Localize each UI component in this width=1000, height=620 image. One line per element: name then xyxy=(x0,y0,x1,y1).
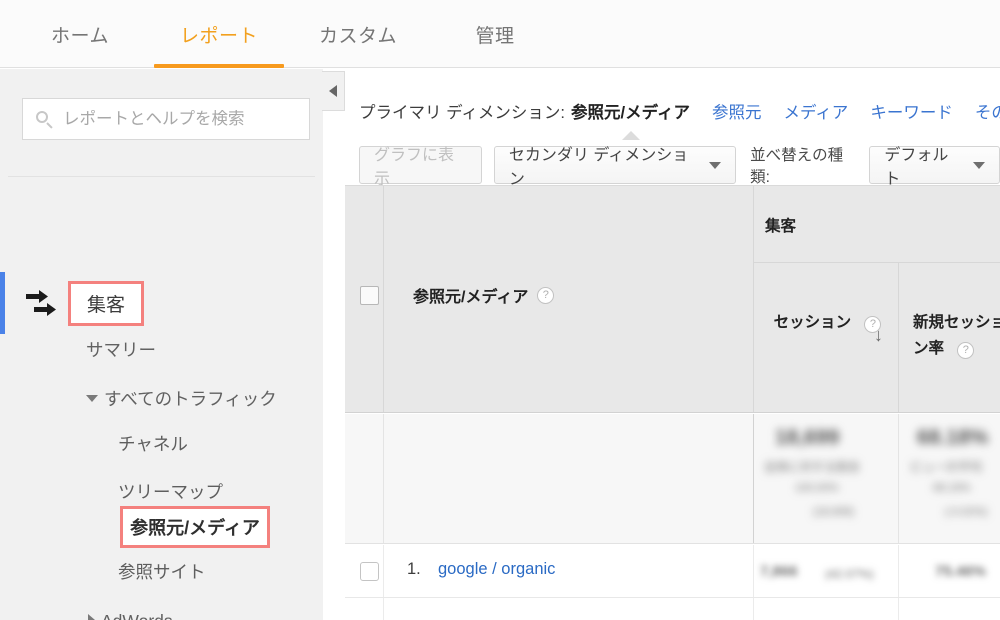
sidebar: 集客 サマリー すべてのトラフィック チャネル ツリーマップ 参照元/メディア … xyxy=(0,69,323,620)
table-header-dimension-label: 参照元/メディア xyxy=(413,289,529,306)
chevron-right-icon xyxy=(88,614,95,620)
primary-dimension-link-source[interactable]: 参照元 xyxy=(712,99,762,123)
table-header-new-sessions-pct[interactable]: 新規セッショ ン率 ? xyxy=(905,310,1000,362)
select-all-checkbox[interactable] xyxy=(360,286,379,305)
primary-dimension-current[interactable]: 参照元/メディア xyxy=(571,99,690,140)
nav-tab-custom-label: カスタム xyxy=(318,25,397,47)
summary-new-pct-sub: ビューの平均 xyxy=(910,460,983,474)
sidebar-collapse-button[interactable] xyxy=(322,71,345,111)
sidebar-group-label-highlight: 集客 xyxy=(68,280,145,326)
sidebar-group-label: 集客 xyxy=(87,294,126,316)
sidebar-group-acquisition[interactable]: 集客 xyxy=(0,274,323,332)
summary-sessions-value: 18,699 xyxy=(775,426,840,449)
nav-tab-admin[interactable]: 管理 xyxy=(465,0,525,68)
summary-new-pct-sub2: 68.19% xyxy=(933,482,971,494)
summary-sessions-sub3: (18,699) xyxy=(813,506,854,518)
row-source-medium-link[interactable]: google / organic xyxy=(438,560,555,579)
sidebar-item-summary[interactable]: サマリー xyxy=(86,337,156,362)
sort-type-value: デフォルト xyxy=(884,147,949,188)
help-icon[interactable]: ? xyxy=(537,286,555,304)
row-checkbox[interactable] xyxy=(360,562,379,581)
table-row[interactable] xyxy=(345,598,1000,620)
table-row[interactable]: 1. google / organic 7,866 (42.07%) 75.46… xyxy=(345,545,1000,598)
plot-rows-button[interactable]: グラフに表示 xyxy=(359,146,482,188)
help-icon[interactable]: ? xyxy=(957,341,975,359)
sidebar-item-summary-label: サマリー xyxy=(86,340,156,360)
nav-tab-home[interactable]: ホーム xyxy=(34,0,126,68)
table-header-group-acquisition: 集客 xyxy=(765,214,796,236)
sidebar-item-referrals[interactable]: 参照サイト xyxy=(118,559,206,584)
sidebar-item-adwords[interactable]: AdWords xyxy=(88,611,173,620)
table-header-group-label: 集客 xyxy=(765,218,797,235)
chevron-down-icon xyxy=(86,394,98,402)
row-index: 1. xyxy=(407,560,421,578)
sidebar-item-source-medium-label: 参照元/メディア xyxy=(130,518,260,538)
arrows-right-icon xyxy=(22,288,62,318)
sidebar-item-channels[interactable]: チャネル xyxy=(118,431,188,456)
sort-desc-arrow-icon: ↓ xyxy=(874,325,883,345)
primary-dimension-bar: プライマリ ディメンション: 参照元/メディア 参照元 メディア キーワード そ… xyxy=(359,93,1000,140)
primary-dimension-link-keyword[interactable]: キーワード xyxy=(870,99,953,123)
primary-dimension-current-label: 参照元/メディア xyxy=(571,104,690,122)
selected-caret-icon xyxy=(622,131,641,140)
secondary-dimension-label: セカンダリ ディメンション xyxy=(508,147,689,188)
sort-type-select[interactable]: デフォルト xyxy=(869,146,1000,188)
chevron-down-icon xyxy=(709,161,722,169)
plot-rows-label: グラフに表示 xyxy=(374,147,455,188)
sidebar-item-source-medium[interactable]: 参照元/メディア xyxy=(120,506,270,548)
table-header: 参照元/メディア ? 集客 セッション ? ↓ 新規セッショ ン率 ? xyxy=(345,185,1000,413)
sidebar-item-treemaps-label: ツリーマップ xyxy=(118,482,223,502)
search-box[interactable] xyxy=(22,98,310,140)
secondary-dimension-button[interactable]: セカンダリ ディメンション xyxy=(493,146,737,188)
summary-sessions-sub: 全体に対する割合 xyxy=(764,460,861,474)
chevron-down-icon xyxy=(973,161,985,169)
top-navigation: ホーム レポート カスタム 管理 xyxy=(0,0,1000,68)
nav-tab-custom[interactable]: カスタム xyxy=(305,0,411,68)
table-header-sessions-label: セッション xyxy=(773,314,852,331)
chevron-left-icon xyxy=(329,85,337,97)
analytics-report-page: ホーム レポート カスタム 管理 レポートとヘルプを検索 集客 サマリー すべて… xyxy=(0,0,1000,620)
primary-dimension-label: プライマリ ディメンション: xyxy=(359,104,566,122)
sidebar-item-adwords-label: AdWords xyxy=(101,611,173,620)
sidebar-divider xyxy=(8,176,315,177)
sort-type-label: 並べ替えの種類: xyxy=(750,147,844,186)
summary-sessions-sub2: 100.00% xyxy=(795,482,839,494)
row-sessions-pct: (42.07%) xyxy=(825,567,874,581)
sidebar-item-referrals-label: 参照サイト xyxy=(118,562,206,582)
table-header-sessions[interactable]: セッション ? xyxy=(765,310,890,336)
primary-dimension-link-other[interactable]: その他 xyxy=(975,99,1000,123)
table-header-dimension[interactable]: 参照元/メディア ? xyxy=(413,283,555,307)
table-toolbar: グラフに表示 セカンダリ ディメンション 並べ替えの種類: デフォルト xyxy=(359,145,1000,188)
table-summary-row: 18,699 全体に対する割合 100.00% (18,699) 68.18% … xyxy=(345,414,1000,544)
nav-tab-home-label: ホーム xyxy=(51,25,109,47)
primary-dimension-link-medium[interactable]: メディア xyxy=(783,99,848,123)
summary-new-pct-sub3: (-0.02%) xyxy=(945,506,988,518)
sidebar-item-all-traffic[interactable]: すべてのトラフィック xyxy=(86,386,277,411)
sidebar-item-treemaps[interactable]: ツリーマップ xyxy=(118,479,223,504)
sidebar-item-channels-label: チャネル xyxy=(118,434,188,454)
summary-new-pct-value: 68.18% xyxy=(917,426,989,449)
sidebar-item-all-traffic-label: すべてのトラフィック xyxy=(104,389,277,409)
nav-tab-reports-label: レポート xyxy=(179,25,258,47)
search-icon xyxy=(33,108,55,130)
main-content: プライマリ ディメンション: 参照元/メディア 参照元 メディア キーワード そ… xyxy=(345,69,1000,620)
row-sessions-value: 7,866 xyxy=(760,563,798,580)
nav-tab-reports[interactable]: レポート xyxy=(154,0,284,68)
nav-tab-admin-label: 管理 xyxy=(475,25,515,47)
search-input[interactable] xyxy=(63,109,299,129)
report-table: 参照元/メディア ? 集客 セッション ? ↓ 新規セッショ ン率 ? 18,6… xyxy=(345,185,1000,620)
active-tab-underline xyxy=(154,64,284,68)
row-new-pct-value: 75.46% xyxy=(935,563,986,580)
